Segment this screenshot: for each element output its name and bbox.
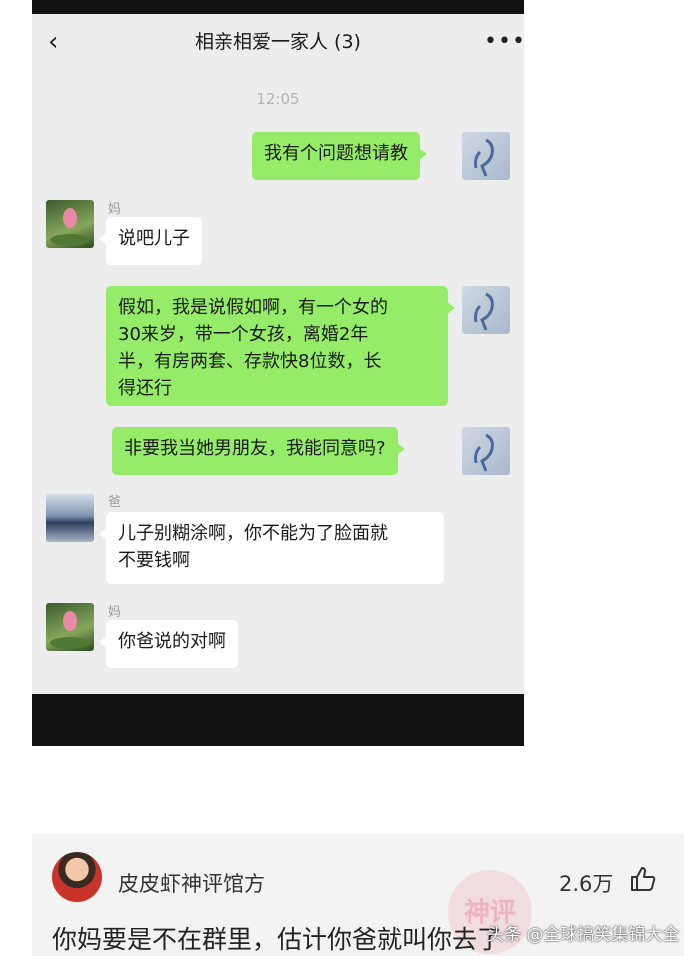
mom-avatar[interactable]: [46, 200, 94, 248]
figure-icon: [474, 292, 494, 331]
comment-text: 你妈要是不在群里，估计你爸就叫你去了: [52, 925, 503, 954]
thumbs-up-icon[interactable]: [628, 864, 658, 894]
chat-header: ‹ 相亲相爱一家人 (3) •••: [32, 14, 524, 70]
sender-name-mom: 妈: [108, 202, 122, 217]
figure-icon: [474, 138, 494, 177]
lotus-icon: [50, 611, 90, 649]
lotus-icon: [50, 208, 90, 246]
sender-name-mom: 妈: [108, 605, 122, 620]
status-bar: [32, 0, 524, 14]
my-avatar[interactable]: [462, 132, 510, 180]
message-line: 30来岁，带一个女孩，离婚2年: [118, 324, 369, 345]
watermark: 头条 @全球搞笑集锦大全: [487, 925, 680, 945]
mom-avatar[interactable]: [46, 603, 94, 651]
chat-screenshot: ‹ 相亲相爱一家人 (3) ••• 12:05 我有个问题想请教 妈 说吧儿子 …: [32, 0, 524, 746]
message-line: 假如，我是说假如啊，有一个女的: [118, 297, 388, 318]
commenter-avatar[interactable]: [52, 852, 102, 902]
like-count: 2.6万: [559, 872, 614, 896]
message-bubble-outgoing[interactable]: 我有个问题想请教: [252, 132, 427, 180]
my-avatar[interactable]: [462, 286, 510, 334]
message-line: 儿子别糊涂啊，你不能为了脸面就: [118, 523, 388, 544]
message-bubble-outgoing[interactable]: 非要我当她男朋友，我能同意吗?: [112, 427, 405, 475]
timestamp: 12:05: [256, 90, 300, 108]
message-bubble-incoming[interactable]: 说吧儿子: [99, 217, 202, 265]
sender-name-dad: 爸: [108, 495, 122, 510]
message-line: 不要钱啊: [118, 550, 190, 571]
more-icon[interactable]: •••: [484, 31, 524, 53]
bottom-bar: [32, 694, 524, 746]
chat-title: 相亲相爱一家人 (3): [195, 31, 361, 53]
commenter-name[interactable]: 皮皮虾神评馆方: [118, 868, 265, 898]
my-avatar[interactable]: [462, 427, 510, 475]
message-line: 半，有房两套、存款快8位数，长: [118, 351, 382, 372]
message-bubble-incoming[interactable]: 儿子别糊涂啊，你不能为了脸面就 不要钱啊: [99, 512, 444, 584]
message-bubble-incoming[interactable]: 你爸说的对啊: [99, 620, 238, 668]
message-bubble-outgoing[interactable]: 假如，我是说假如啊，有一个女的 30来岁，带一个女孩，离婚2年 半，有房两套、存…: [106, 286, 455, 406]
dad-avatar[interactable]: [46, 494, 94, 542]
figure-icon: [474, 433, 494, 472]
message-line: 得还行: [118, 378, 172, 399]
